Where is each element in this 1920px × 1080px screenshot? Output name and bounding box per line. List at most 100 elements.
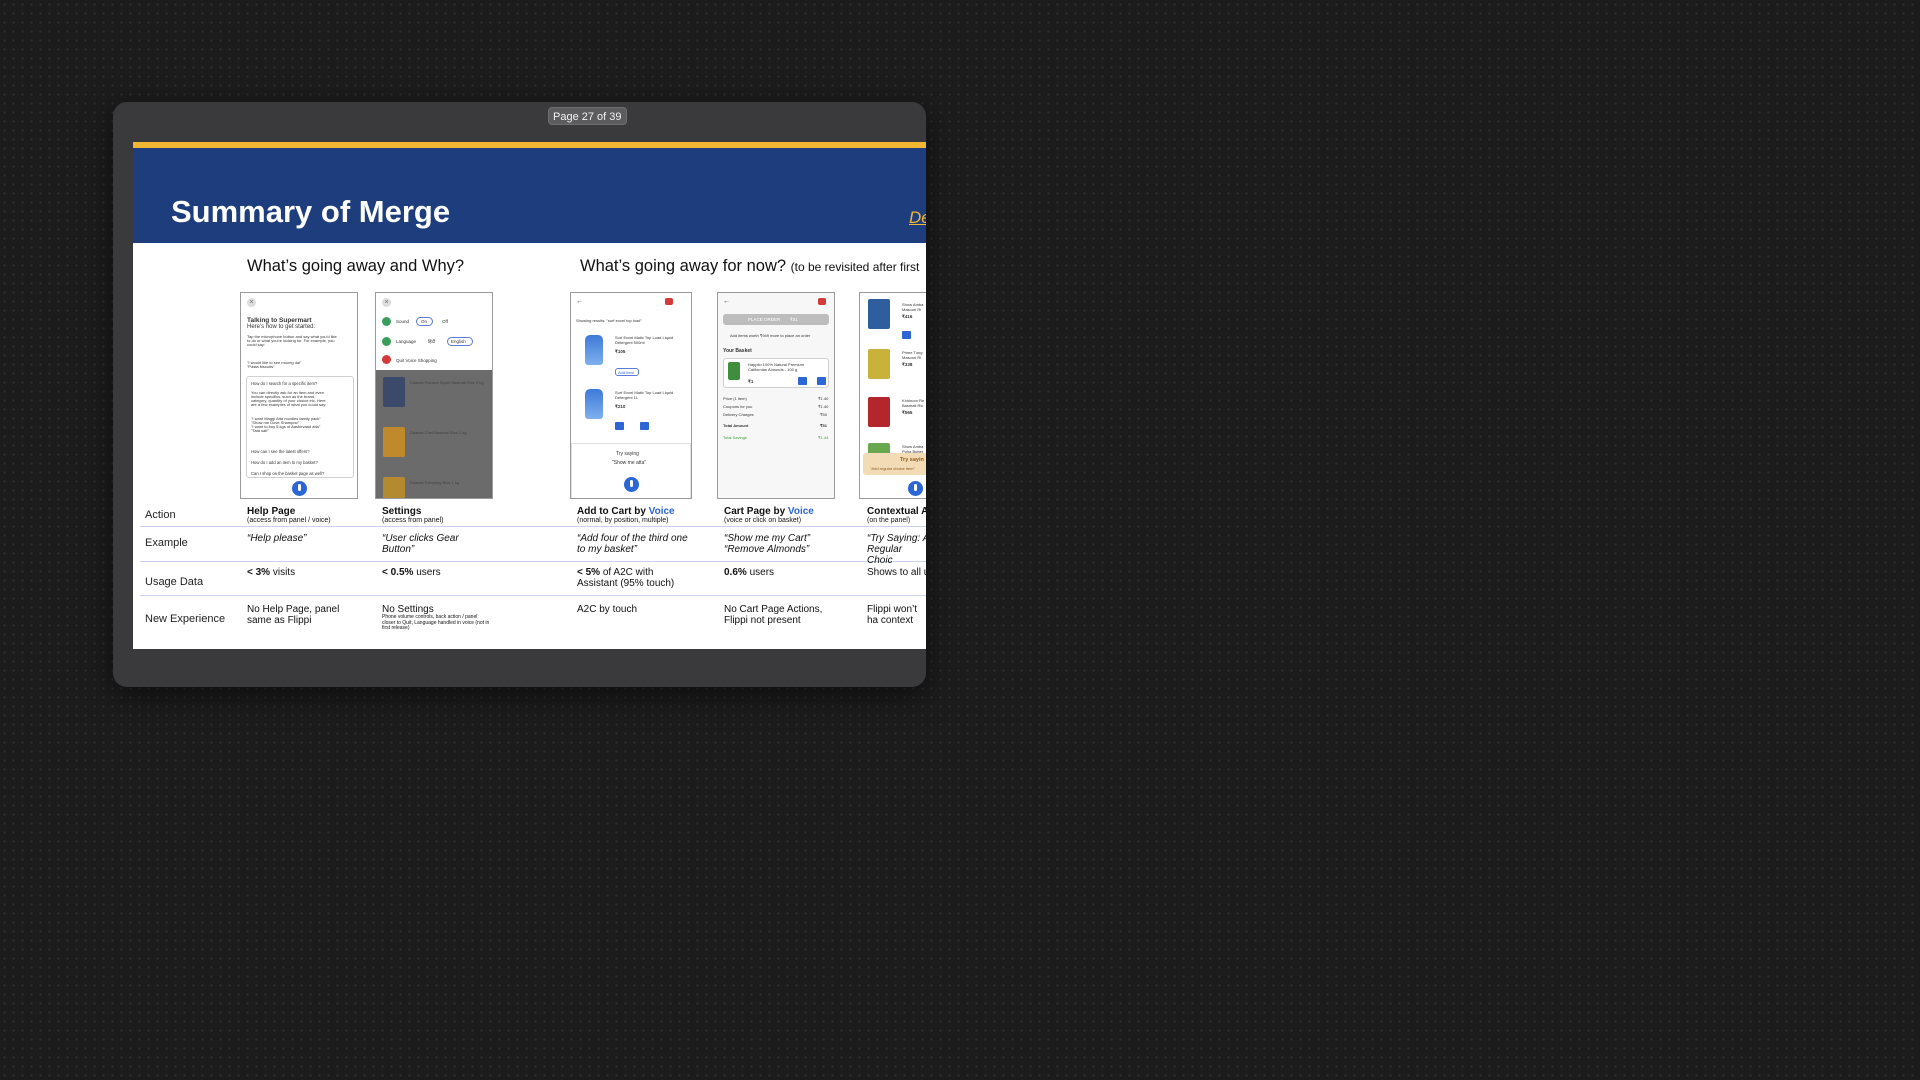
cell-usage-help-value: < 3%: [247, 567, 271, 578]
sound-on-label: On: [421, 319, 428, 324]
decrement-button[interactable]: [615, 422, 624, 430]
back-arrow-icon[interactable]: ←: [723, 298, 730, 305]
cell-usage-settings-value: < 0.5%: [382, 567, 414, 578]
slide-title: Summary of Merge: [171, 194, 451, 229]
faq-example-4: "Tata salt": [251, 428, 269, 433]
row-label-new-experience: New Experience: [145, 613, 226, 625]
place-order-label: PLACE ORDER: [748, 317, 781, 322]
heading-going-away-for-now: What’s going away for now? (to be revisi…: [580, 257, 919, 276]
page-indicator: Page 27 of 39: [548, 107, 627, 125]
cell-action-help: Help Page (access from panel / voice): [247, 506, 331, 525]
faq-question-4[interactable]: Can I shop on the basket page as well?: [251, 470, 324, 477]
sound-off-label: Off: [442, 319, 448, 324]
sound-icon: [382, 317, 391, 326]
your-basket-label: Your Basket: [723, 348, 752, 354]
faq-question-1[interactable]: How do I search for a specific item?: [251, 380, 317, 387]
cart-page-screenshot: ← PLACE ORDER ₹51 Add items worth ₹949 m…: [717, 292, 835, 499]
cell-action-a2c-voice: Voice: [648, 506, 675, 517]
try-saying-label: Try saying: [616, 451, 639, 457]
cell-action-settings: Settings (access from panel): [382, 506, 443, 525]
increment-button[interactable]: [640, 422, 649, 430]
help-body-3: could say:: [247, 342, 266, 347]
minimum-order-note: Add items worth ₹949 more to place an or…: [730, 333, 811, 338]
product-1-name-b: Detergent 500ml: [615, 340, 645, 345]
ctx-product-2-price: ₹338: [902, 362, 913, 367]
product-2-price: ₹210: [615, 404, 626, 409]
settings-item-3: Daawat Everyday Rice 1 kg: [410, 480, 460, 485]
quit-voice-shopping[interactable]: Quit Voice Shopping: [396, 357, 437, 364]
product-image: [728, 362, 740, 380]
total-row-label: Total Amount: [723, 423, 749, 428]
slide-link[interactable]: De: [909, 208, 926, 228]
cell-example-help: “Help please”: [247, 533, 307, 544]
basket-icon[interactable]: [818, 298, 826, 305]
ctx-product-3-b: Basmati Ric: [902, 403, 924, 408]
language-hindi[interactable]: हिंदी: [428, 338, 435, 345]
cell-usage-help: < 3% visits: [247, 567, 295, 578]
product-image: [383, 377, 405, 407]
cell-action-settings-sub: (access from panel): [382, 517, 444, 524]
cell-action-cart-voice: Voice: [787, 506, 814, 517]
product-image: [868, 397, 890, 427]
cell-new-exp-settings-note: Phone volume controls, back action / pan…: [382, 614, 490, 631]
decrement-button[interactable]: [902, 331, 911, 339]
faq-question-2[interactable]: How can I see the latest offers?: [251, 448, 310, 455]
row-label-action: Action: [145, 509, 176, 521]
slide-header: Summary of Merge De: [133, 148, 926, 243]
slide: Summary of Merge De What’s going away an…: [133, 142, 926, 649]
basket-icon[interactable]: [665, 298, 673, 305]
increment-button[interactable]: [817, 377, 826, 385]
product-image: [585, 335, 603, 365]
cell-action-a2c-sub: (normal, by position, multiple): [577, 517, 669, 524]
microphone-icon[interactable]: [292, 481, 307, 496]
product-2-name-b: Detergent 1L: [615, 395, 639, 400]
cell-usage-a2c: < 5% of A2C with Assistant (95% touch): [577, 567, 689, 589]
product-1-price: ₹105: [615, 349, 626, 354]
cell-action-help-title: Help Page: [247, 506, 296, 517]
cell-action-cart-title: Cart Page by: [724, 506, 788, 517]
close-icon: ×: [382, 298, 391, 307]
product-image: [868, 299, 890, 329]
faq-question-3[interactable]: How do I add an item to my basket?: [251, 459, 318, 466]
coupons-row-value: ₹1.40: [818, 404, 829, 409]
help-subtitle: Here's how to get started:: [247, 324, 316, 330]
heading-going-away-why: What’s going away and Why?: [247, 257, 465, 275]
cell-action-a2c: Add to Cart by Voice (normal, by position…: [577, 506, 675, 525]
faq-answer-1d: are a few examples of what you could say…: [251, 402, 327, 407]
basket-item-name-b: Californian Almonds - 100 g: [748, 367, 798, 372]
product-image: [383, 427, 405, 457]
summary-table: Action Help Page (access from panel / voi…: [140, 500, 926, 638]
try-saying-example: "Show me atta": [612, 460, 647, 466]
cell-action-ctx-title: Contextual A: [867, 506, 926, 517]
microphone-icon[interactable]: [624, 477, 639, 492]
delivery-row-label: Delivery Charges: [723, 412, 754, 417]
cell-action-cart: Cart Page by Voice (voice or click on bas…: [724, 506, 814, 525]
product-image: [868, 349, 890, 379]
language-icon: [382, 337, 391, 346]
basket-item-price: ₹1: [748, 379, 754, 384]
cell-usage-help-unit: visits: [270, 567, 296, 578]
microphone-icon[interactable]: [908, 481, 923, 496]
cell-new-exp-ctx: Flippi won’t ha context: [867, 604, 918, 626]
sound-label: Sound: [396, 319, 410, 324]
price-row-label: Price (1 item): [723, 396, 747, 401]
cell-new-exp-cart: No Cart Page Actions, Flippi not present: [724, 604, 823, 626]
back-arrow-icon[interactable]: ←: [576, 298, 583, 305]
row-label-example: Example: [145, 537, 188, 549]
cell-action-ctx: Contextual A (on the panel): [867, 506, 926, 525]
cell-new-exp-settings: No Settings Phone volume controls, back a…: [382, 604, 490, 632]
cell-action-ctx-sub: (on the panel): [867, 517, 911, 524]
total-row-value: ₹51: [820, 423, 827, 428]
cell-usage-settings: < 0.5% users: [382, 567, 441, 578]
language-english: English: [451, 339, 466, 344]
help-quote-2: "Pasta biscuits": [247, 364, 275, 369]
search-results-label: Showing results: "surf excel top load": [576, 318, 642, 323]
decrement-button[interactable]: [798, 377, 807, 385]
ctx-product-3-price: ₹565: [902, 410, 913, 415]
cell-example-settings: “User clicks Gear Button”: [382, 533, 459, 555]
table-row: Example “Help please” “User clicks Gear …: [140, 527, 926, 566]
settings-item-1: Daawat Rozana Super Basmati Rice 5 kg: [410, 380, 484, 385]
cell-new-exp-a2c: A2C by touch: [577, 604, 638, 615]
help-title: Talking to Supermart: [247, 317, 312, 324]
product-image: [383, 477, 405, 498]
